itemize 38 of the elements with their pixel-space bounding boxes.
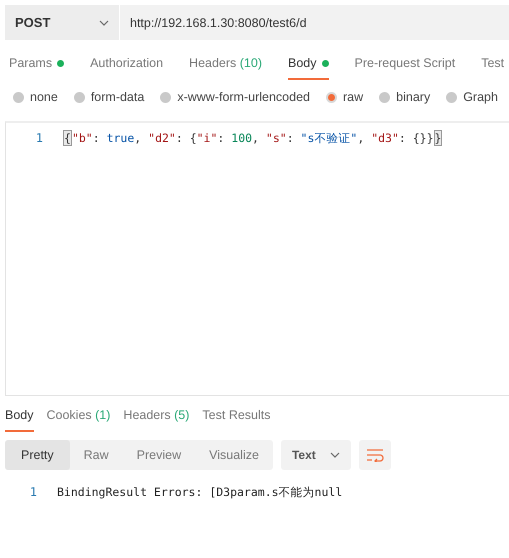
radio-label[interactable]: Graph bbox=[463, 90, 498, 104]
radio-label[interactable]: raw bbox=[343, 90, 364, 104]
view-mode-tab[interactable]: Visualize bbox=[195, 440, 273, 470]
chevron-down-icon bbox=[330, 452, 340, 458]
response-tab[interactable]: Body bbox=[5, 406, 34, 432]
radio-label[interactable]: none bbox=[30, 90, 58, 104]
wrap-lines-button[interactable] bbox=[358, 440, 391, 470]
radio-label[interactable]: binary bbox=[396, 90, 430, 104]
view-mode-tab[interactable]: Pretty bbox=[5, 440, 70, 470]
radio-button[interactable] bbox=[326, 92, 337, 102]
radio-label[interactable]: form-data bbox=[90, 90, 144, 104]
request-tab[interactable]: Params bbox=[9, 52, 64, 80]
request-tab[interactable]: Authorization bbox=[90, 52, 164, 80]
url-field[interactable]: http://192.168.1.30:8080/test6/d bbox=[120, 5, 509, 40]
radio-button[interactable] bbox=[446, 92, 458, 102]
radio-button[interactable] bbox=[13, 92, 24, 102]
request-tab[interactable]: Body bbox=[288, 52, 328, 80]
chevron-down-icon bbox=[99, 20, 109, 26]
response-tab[interactable]: Test Results bbox=[202, 406, 271, 432]
response-line: BindingResult Errors: [D3param.s不能为null bbox=[57, 484, 342, 500]
request-tab[interactable]: Test bbox=[481, 52, 504, 80]
response-tab[interactable]: Cookies (1) bbox=[46, 406, 110, 432]
response-tab[interactable]: Headers (5) bbox=[123, 406, 190, 432]
code-editor[interactable]: 1 {"b": true, "d2": {"i": 100, "s": "s不验证", "d3": {}}} bbox=[5, 121, 509, 396]
format-dropdown[interactable]: Text bbox=[280, 440, 351, 470]
radio-button[interactable] bbox=[379, 92, 390, 102]
radio-button[interactable] bbox=[160, 92, 172, 102]
line-number: 1 bbox=[28, 485, 38, 499]
wrap-lines-icon bbox=[366, 448, 384, 462]
radio-label[interactable]: x-www-form-urlencoded bbox=[177, 90, 310, 104]
request-tab[interactable]: Headers (10) bbox=[189, 52, 262, 80]
view-mode-tab[interactable]: Preview bbox=[122, 440, 196, 470]
line-number: 1 bbox=[34, 131, 44, 145]
request-tab[interactable]: Pre-request Script bbox=[354, 52, 456, 80]
radio-button[interactable] bbox=[74, 92, 85, 102]
method-dropdown[interactable]: POST bbox=[5, 5, 120, 40]
view-mode-tab[interactable]: Raw bbox=[70, 440, 123, 470]
code-line: {"b": true, "d2": {"i": 100, "s": "s不验证", "d3": {}}} bbox=[63, 130, 442, 146]
